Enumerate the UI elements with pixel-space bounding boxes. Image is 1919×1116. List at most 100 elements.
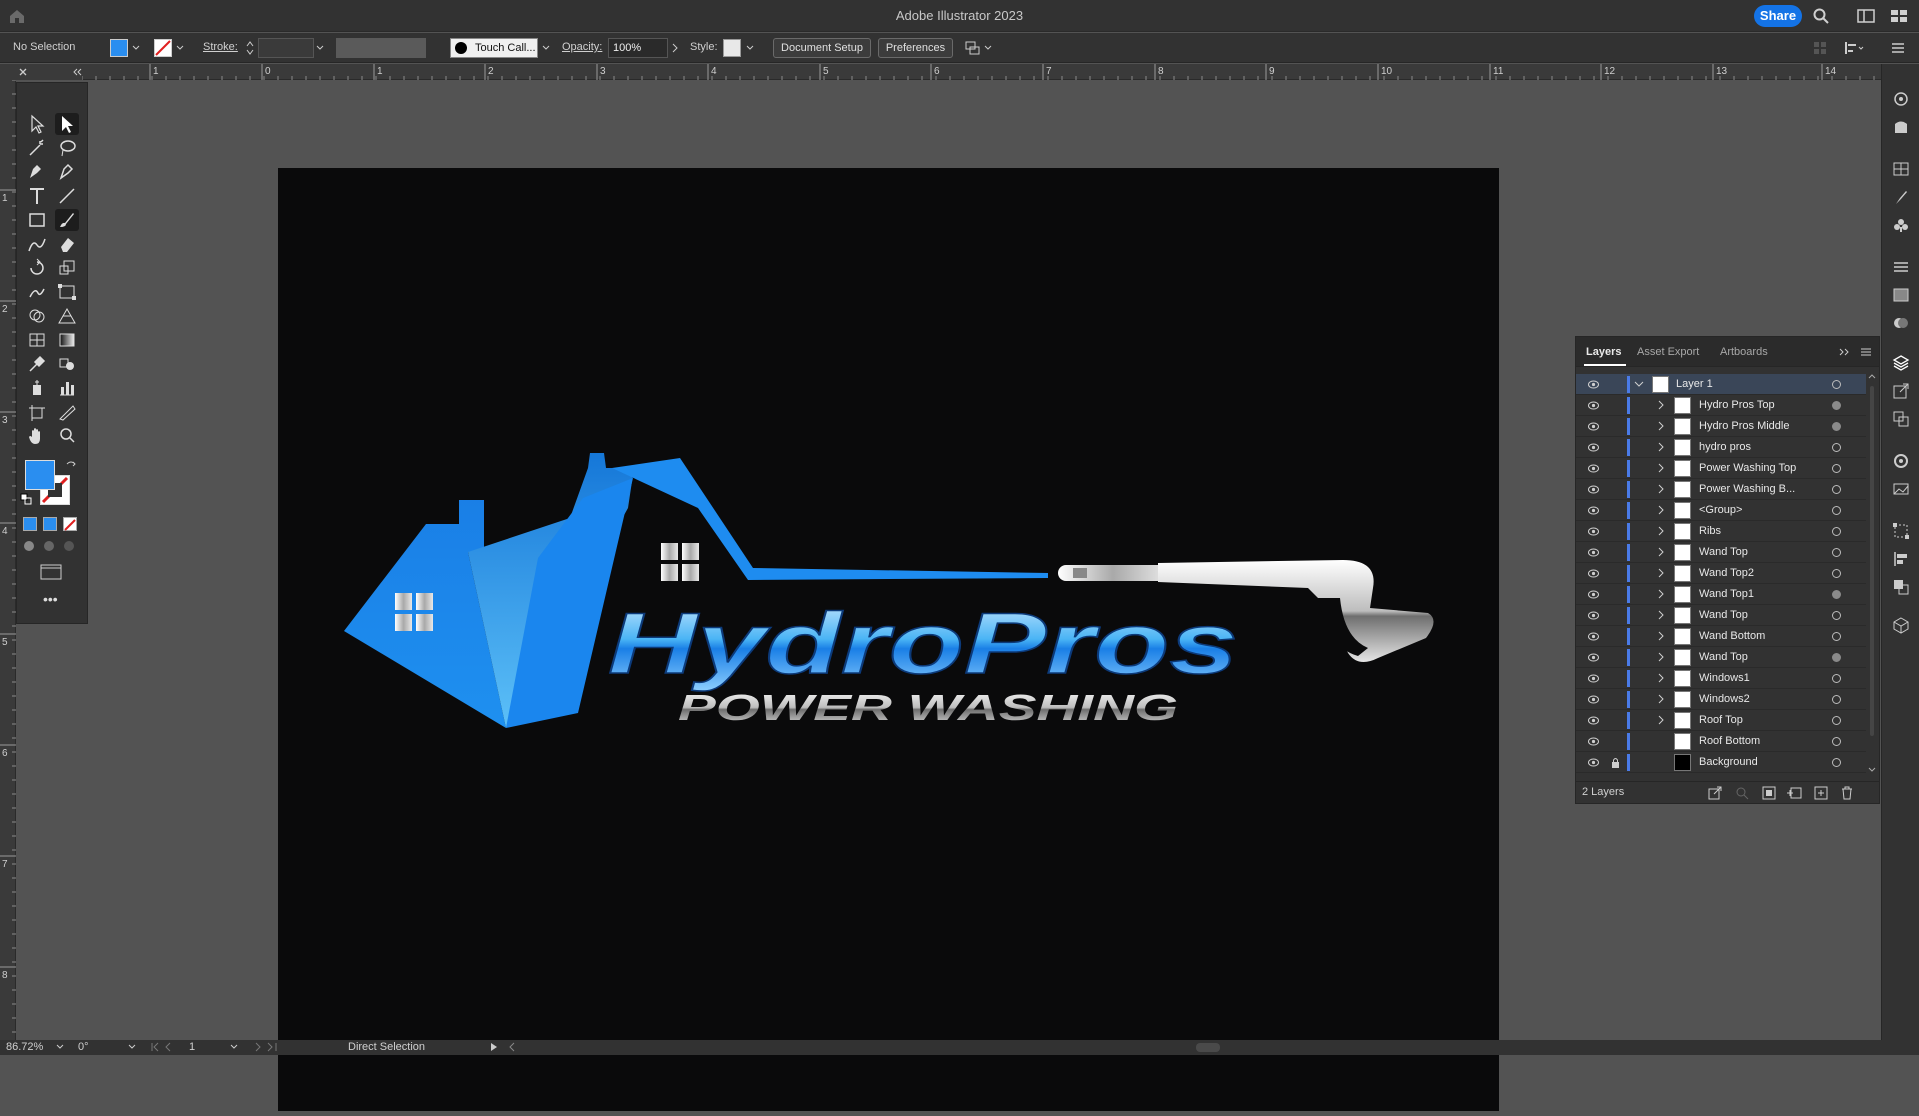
perspective-grid-tool[interactable] xyxy=(55,305,79,327)
gradient-panel-icon[interactable] xyxy=(1892,286,1910,304)
visibility-eye-icon[interactable] xyxy=(1588,380,1599,389)
grid-options-icon[interactable] xyxy=(1812,40,1828,56)
sublayer-row[interactable]: Background xyxy=(1576,752,1866,773)
sublayer-row[interactable]: Wand Top1 xyxy=(1576,584,1866,605)
sublayer-row[interactable]: hydro pros xyxy=(1576,437,1866,458)
color-guide-icon[interactable] xyxy=(1892,118,1910,136)
warp-tool[interactable] xyxy=(25,281,49,303)
locate-object-icon[interactable] xyxy=(1735,786,1749,800)
blend-tool[interactable] xyxy=(55,353,79,375)
sublayer-row[interactable]: Windows1 xyxy=(1576,668,1866,689)
chevron-down-icon[interactable] xyxy=(176,45,184,51)
chevron-right-icon[interactable] xyxy=(1656,715,1666,725)
visibility-eye-icon[interactable] xyxy=(1588,653,1599,662)
rectangle-tool[interactable] xyxy=(25,209,49,231)
chevron-down-icon[interactable] xyxy=(746,45,754,51)
chevron-right-icon[interactable] xyxy=(1656,463,1666,473)
visibility-eye-icon[interactable] xyxy=(1588,464,1599,473)
swap-fill-stroke-icon[interactable] xyxy=(65,460,77,472)
tab-artboards[interactable]: Artboards xyxy=(1720,346,1768,358)
visibility-eye-icon[interactable] xyxy=(1588,569,1599,578)
layer-name[interactable]: Layer 1 xyxy=(1676,378,1713,390)
fill-swatch[interactable] xyxy=(110,39,128,57)
share-button[interactable]: Share xyxy=(1754,5,1802,27)
logo-wordmark[interactable]: HydroPros xyxy=(607,595,1239,693)
eraser-tool[interactable] xyxy=(55,233,79,255)
clipping-mask-icon[interactable] xyxy=(1762,786,1776,800)
layer-name[interactable]: Hydro Pros Top xyxy=(1699,399,1775,411)
layer-row[interactable]: Layer 1 xyxy=(1576,374,1866,395)
target-appearance-icon[interactable] xyxy=(1832,758,1841,767)
next-last-artboard-icons[interactable] xyxy=(252,1042,282,1052)
sublayer-row[interactable]: Roof Top xyxy=(1576,710,1866,731)
collapse-icon[interactable] xyxy=(72,67,82,77)
new-sublayer-icon[interactable] xyxy=(1786,786,1802,800)
target-appearance-icon[interactable] xyxy=(1832,485,1841,494)
sublayer-row[interactable]: Hydro Pros Top xyxy=(1576,395,1866,416)
close-icon[interactable] xyxy=(18,67,28,77)
artboard-number[interactable]: 1 xyxy=(189,1041,195,1053)
chevron-right-icon[interactable] xyxy=(1656,610,1666,620)
target-appearance-icon[interactable] xyxy=(1832,695,1841,704)
logo-artwork[interactable]: HydroPros POWER WASHING xyxy=(278,168,1499,1111)
layer-name[interactable]: Wand Top xyxy=(1699,546,1748,558)
sublayer-row[interactable]: Windows2 xyxy=(1576,689,1866,710)
visibility-eye-icon[interactable] xyxy=(1588,674,1599,683)
brush-definition[interactable]: Touch Call... xyxy=(450,38,538,58)
target-appearance-icon[interactable] xyxy=(1832,674,1841,683)
fill-color-swatch[interactable] xyxy=(25,460,55,490)
rotate-tool[interactable] xyxy=(25,257,49,279)
artboard-tool[interactable] xyxy=(25,401,49,423)
horizontal-scroll-thumb[interactable] xyxy=(1196,1043,1220,1052)
sublayer-row[interactable]: Roof Bottom xyxy=(1576,731,1866,752)
sublayer-row[interactable]: Power Washing Top xyxy=(1576,458,1866,479)
symbols-icon[interactable] xyxy=(1892,216,1910,234)
target-appearance-icon[interactable] xyxy=(1832,380,1841,389)
rotation-value[interactable]: 0° xyxy=(78,1041,89,1053)
stroke-label[interactable]: Stroke: xyxy=(203,41,238,53)
artboards-panel-icon[interactable] xyxy=(1892,410,1910,428)
eyedropper-tool[interactable] xyxy=(25,353,49,375)
chevron-down-icon[interactable] xyxy=(56,1044,64,1050)
layer-name[interactable]: Wand Top xyxy=(1699,609,1748,621)
lasso-tool[interactable] xyxy=(55,137,79,159)
curvature-tool[interactable] xyxy=(55,161,79,183)
new-layer-icon[interactable] xyxy=(1814,786,1828,800)
workspace-switcher-icon[interactable] xyxy=(1857,7,1875,25)
layer-name[interactable]: Hydro Pros Middle xyxy=(1699,420,1789,432)
align-panel-icon[interactable] xyxy=(1892,550,1910,568)
chevron-right-icon[interactable] xyxy=(1656,673,1666,683)
visibility-eye-icon[interactable] xyxy=(1588,401,1599,410)
target-appearance-icon[interactable] xyxy=(1832,548,1841,557)
visibility-eye-icon[interactable] xyxy=(1588,548,1599,557)
visibility-eye-icon[interactable] xyxy=(1588,695,1599,704)
sublayer-row[interactable]: Wand Top xyxy=(1576,647,1866,668)
artboard[interactable]: HydroPros POWER WASHING xyxy=(278,168,1499,1111)
target-appearance-icon[interactable] xyxy=(1832,653,1841,662)
stroke-weight-field[interactable] xyxy=(258,38,314,58)
layer-name[interactable]: Roof Top xyxy=(1699,714,1743,726)
sublayer-row[interactable]: Ribs xyxy=(1576,521,1866,542)
visibility-eye-icon[interactable] xyxy=(1588,758,1599,767)
layer-name[interactable]: Power Washing Top xyxy=(1699,462,1796,474)
preferences-button[interactable]: Preferences xyxy=(878,38,953,58)
appearance-icon[interactable] xyxy=(1892,452,1910,470)
variable-width-profile[interactable] xyxy=(336,38,426,58)
chevron-right-icon[interactable] xyxy=(1656,694,1666,704)
3d-materials-icon[interactable] xyxy=(1892,616,1910,634)
window-right[interactable] xyxy=(661,543,699,581)
paintbrush-tool[interactable] xyxy=(55,209,79,231)
layer-name[interactable]: Wand Top xyxy=(1699,651,1748,663)
layers-panel-icon[interactable] xyxy=(1892,354,1910,372)
zoom-tool[interactable] xyxy=(55,425,79,447)
chevron-right-icon[interactable] xyxy=(1656,484,1666,494)
stroke-panel-icon[interactable] xyxy=(1892,258,1910,276)
layer-name[interactable]: Wand Bottom xyxy=(1699,630,1765,642)
tab-layers[interactable]: Layers xyxy=(1586,346,1621,358)
graphic-style-swatch[interactable] xyxy=(723,39,741,57)
target-appearance-icon[interactable] xyxy=(1832,464,1841,473)
asset-export-icon[interactable] xyxy=(1892,382,1910,400)
chevron-down-icon[interactable] xyxy=(542,45,550,51)
symbol-sprayer-tool[interactable] xyxy=(25,377,49,399)
layer-name[interactable]: Power Washing B... xyxy=(1699,483,1795,495)
